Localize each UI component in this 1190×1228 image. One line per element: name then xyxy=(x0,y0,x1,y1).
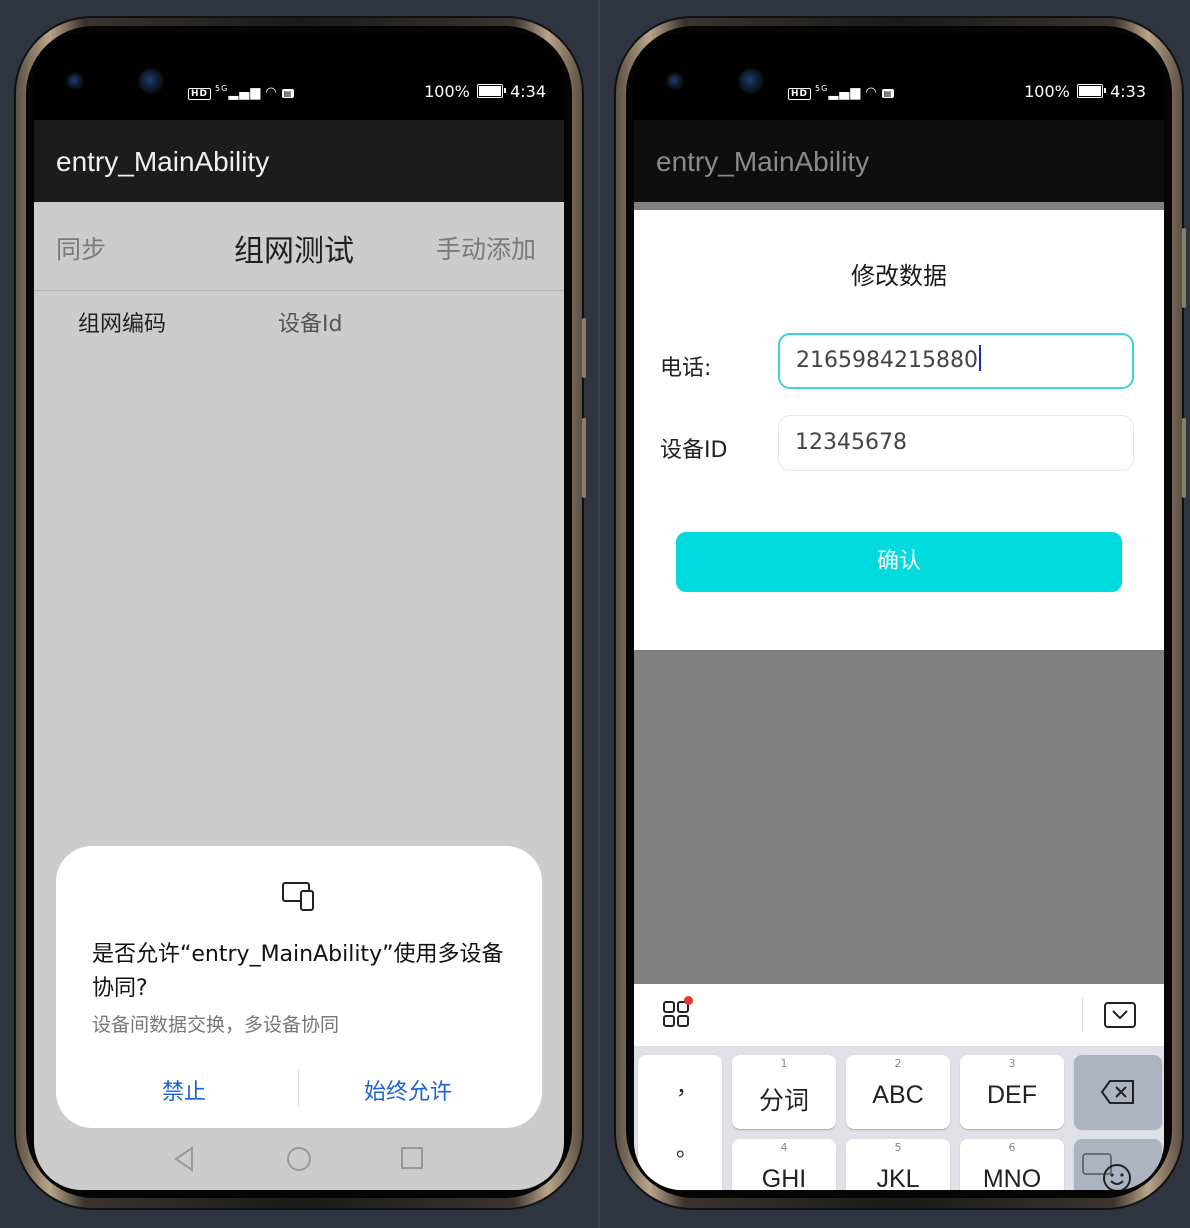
confirm-button[interactable]: 确认 xyxy=(676,532,1122,592)
backspace-icon xyxy=(1100,1080,1134,1104)
notification-icon: ▤ xyxy=(881,89,895,99)
screenshot-divider xyxy=(598,0,600,1228)
punctuation-key[interactable]: ， 。 xyxy=(638,1055,722,1190)
hd-icon: HD xyxy=(188,88,212,101)
hd-icon: HD xyxy=(788,88,812,101)
tab-manual-add[interactable]: 手动添加 xyxy=(436,230,536,266)
left-screen: HD5G▂▄▆ ◠ ▤ 100% 4:34 entry_MainAbility 同步… xyxy=(34,34,564,1190)
status-icons: HD5G▂▄▆ ◠ ▤ xyxy=(188,84,298,101)
camera-icon xyxy=(668,74,682,88)
battery-icon xyxy=(476,84,506,98)
notification-dot xyxy=(684,996,693,1005)
emoji-keyboard-key[interactable] xyxy=(1074,1139,1162,1190)
phone-input[interactable]: 2165984215880 xyxy=(778,333,1134,389)
camera-icon xyxy=(68,74,82,88)
main-content: 同步 组网测试 手动添加 组网编码 设备Id 是否允许“entry_MainAb… xyxy=(34,202,564,1190)
wifi-icon: ◠ xyxy=(265,85,278,101)
right-phone-frame: HD5G▂▄▆ ◠ ▤ 100% 4:33 entry_MainAbility 修改… xyxy=(616,18,1186,1208)
back-icon[interactable] xyxy=(172,1146,196,1172)
edit-data-modal: 修改数据 电话: 2165984215880 设备ID 12345678 确认 xyxy=(634,210,1164,650)
keyboard: ， 。 1 分词 2 ABC 3 DEF 4 GHI 5 JKL 6 MNO xyxy=(634,1047,1164,1190)
phone-label: 电话: xyxy=(660,356,712,381)
dialog-subtitle: 设备间数据交换，多设备协同 xyxy=(92,1014,340,1036)
status-right: 100% 4:34 xyxy=(424,82,546,101)
key-4[interactable]: 4 GHI xyxy=(732,1139,836,1190)
status-icons: HD5G▂▄▆ ◠ ▤ xyxy=(788,84,898,101)
header-tabs: 同步 组网测试 手动添加 xyxy=(34,202,564,291)
tab-sync[interactable]: 同步 xyxy=(56,230,106,266)
status-bar: HD5G▂▄▆ ◠ ▤ 100% 4:33 xyxy=(634,34,1164,120)
key-5[interactable]: 5 JKL xyxy=(846,1139,950,1190)
key-6[interactable]: 6 MNO xyxy=(960,1139,1064,1190)
wifi-icon: ◠ xyxy=(865,85,878,101)
key-1[interactable]: 1 分词 xyxy=(732,1055,836,1129)
multi-device-icon xyxy=(282,882,314,911)
key-3[interactable]: 3 DEF xyxy=(960,1055,1064,1129)
camera-icon xyxy=(140,70,162,92)
signal-icon: 5G▂▄▆ xyxy=(215,84,262,101)
collapse-keyboard-icon[interactable] xyxy=(1104,1002,1136,1028)
column-device-id: 设备Id xyxy=(278,312,343,337)
clock: 4:33 xyxy=(1110,82,1146,101)
right-screen: HD5G▂▄▆ ◠ ▤ 100% 4:33 entry_MainAbility 修改… xyxy=(634,34,1164,1190)
keyboard-toolbar xyxy=(634,984,1164,1047)
dialog-divider xyxy=(298,1070,299,1106)
main-content: 修改数据 电话: 2165984215880 设备ID 12345678 确认 xyxy=(634,202,1164,1190)
battery-percent: 100% xyxy=(1024,82,1070,101)
home-icon[interactable] xyxy=(286,1146,312,1172)
clock: 4:34 xyxy=(510,82,546,101)
page-title: 组网测试 xyxy=(234,234,354,269)
app-bar: entry_MainAbility xyxy=(34,120,564,202)
left-phone-frame: HD5G▂▄▆ ◠ ▤ 100% 4:34 entry_MainAbility 同步… xyxy=(16,18,586,1208)
app-title: entry_MainAbility xyxy=(656,146,870,177)
modal-title: 修改数据 xyxy=(851,262,947,290)
recents-icon[interactable] xyxy=(400,1146,424,1170)
camera-icon xyxy=(740,70,762,92)
allow-button[interactable]: 始终允许 xyxy=(364,1074,452,1106)
status-bar: HD5G▂▄▆ ◠ ▤ 100% 4:34 xyxy=(34,34,564,120)
app-bar: entry_MainAbility xyxy=(634,120,1164,202)
app-title: entry_MainAbility xyxy=(56,146,270,177)
text-caret xyxy=(978,345,981,371)
key-2[interactable]: 2 ABC xyxy=(846,1055,950,1129)
signal-icon: 5G▂▄▆ xyxy=(815,84,862,101)
column-network-code: 组网编码 xyxy=(78,312,167,337)
toolbar-divider xyxy=(1082,998,1083,1032)
status-right: 100% 4:33 xyxy=(1024,82,1146,101)
emoji-icon xyxy=(1103,1164,1131,1190)
device-id-input[interactable]: 12345678 xyxy=(778,415,1134,471)
notification-icon: ▤ xyxy=(281,89,295,99)
battery-percent: 100% xyxy=(424,82,470,101)
deny-button[interactable]: 禁止 xyxy=(162,1074,206,1106)
navigation-bar xyxy=(34,1126,564,1190)
battery-icon xyxy=(1076,84,1106,98)
backspace-key[interactable] xyxy=(1074,1055,1162,1129)
dialog-title: 是否允许“entry_MainAbility”使用多设备协同? xyxy=(92,942,504,1001)
permission-dialog: 是否允许“entry_MainAbility”使用多设备协同? 设备间数据交换，… xyxy=(56,846,542,1128)
device-id-label: 设备ID xyxy=(660,438,728,463)
